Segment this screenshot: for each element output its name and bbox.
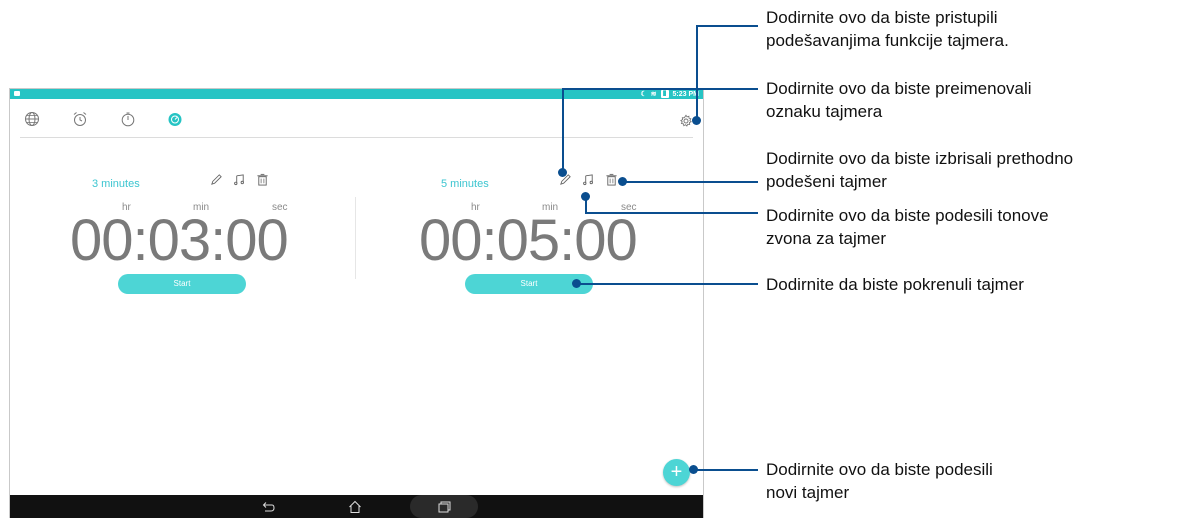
wifi-icon: ≋ [650,91,657,98]
callout-dot-5 [572,279,581,288]
callout-dot-3 [618,177,627,186]
app-bar-divider [20,137,693,138]
tablet-screen: ☾ ≋ ▮ 5:23 PM 3 minutes hr min sec 00:03… [9,88,704,518]
music-note-icon[interactable] [582,173,595,186]
back-icon[interactable] [260,499,276,515]
callout-dot-1 [692,116,701,125]
callout-line-5 [577,283,758,285]
timer-divider [355,197,356,279]
callout-line-1 [696,25,698,120]
timer-label: 3 minutes [92,178,140,190]
navigation-bar [10,495,703,518]
callout-start: Dodirnite da biste pokrenuli tajmer [766,275,1024,294]
moon-icon: ☾ [640,91,647,98]
callout-dot-2 [558,168,567,177]
callout-settings: Dodirnite ovo da biste pristupili podeša… [766,8,1009,50]
callout-line-4 [585,212,758,214]
globe-icon[interactable] [24,111,40,127]
trash-icon[interactable] [605,173,618,186]
callout-dot-6 [689,465,698,474]
pencil-icon[interactable] [210,173,223,186]
trash-icon[interactable] [256,173,269,186]
home-icon[interactable] [347,499,363,515]
recent-apps-icon[interactable] [436,499,452,515]
app-tab-bar [10,99,703,138]
stopwatch-icon[interactable] [120,111,136,127]
callout-line-6 [693,469,758,471]
callout-ringtone: Dodirnite ovo da biste podesili tonove z… [766,206,1049,248]
battery-icon: ▮ [660,90,669,98]
status-bar: ☾ ≋ ▮ 5:23 PM [10,89,703,99]
start-button[interactable]: Start [118,274,246,294]
callout-line-2 [562,88,564,172]
timer-icon[interactable] [167,111,183,127]
callout-line-1 [696,25,758,27]
alarm-clock-icon[interactable] [72,111,88,127]
gear-icon[interactable] [679,114,693,128]
timer-display: 00:03:00 [70,208,289,273]
callout-new-timer: Dodirnite ovo da biste podesili novi taj… [766,460,993,502]
callout-rename: Dodirnite ovo da biste preimenovali ozna… [766,79,1032,121]
notification-icon [14,91,20,96]
callout-line-2 [563,88,758,90]
callout-dot-4 [581,192,590,201]
callout-delete: Dodirnite ovo da biste izbrisali prethod… [766,149,1074,191]
timer-label: 5 minutes [441,178,489,190]
music-note-icon[interactable] [233,173,246,186]
callout-line-3 [623,181,758,183]
add-timer-button[interactable]: + [663,459,690,486]
timer-display: 00:05:00 [419,208,638,273]
